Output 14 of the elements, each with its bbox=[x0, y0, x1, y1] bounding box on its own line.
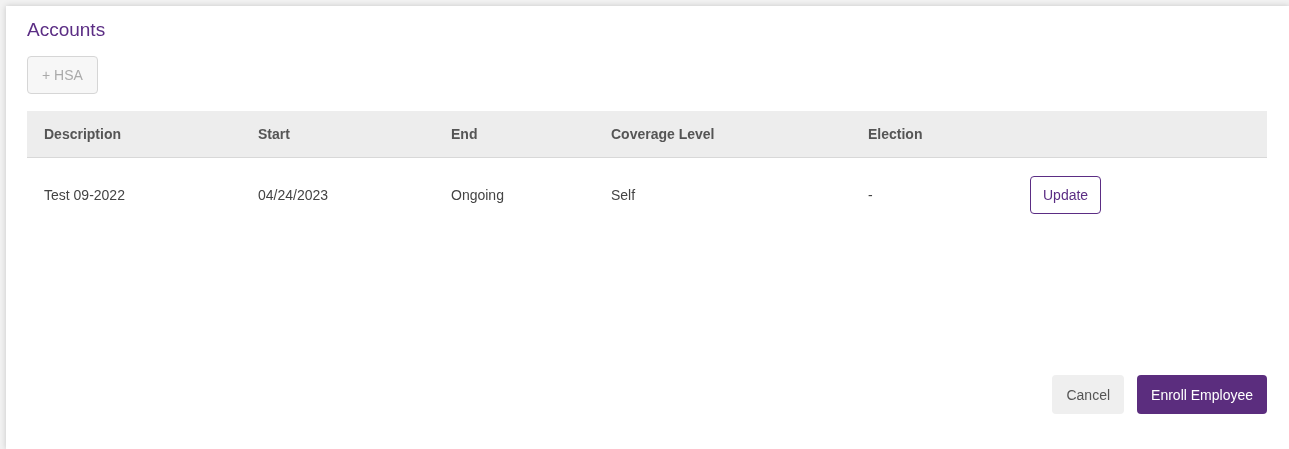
cancel-button[interactable]: Cancel bbox=[1052, 375, 1125, 414]
column-header: Start bbox=[258, 126, 291, 142]
table-cell-text: Self bbox=[611, 187, 637, 203]
table-cell-text: 04/24/2023 bbox=[258, 187, 330, 203]
column-header: Election bbox=[868, 126, 924, 142]
column-header: End bbox=[451, 126, 479, 142]
section-title: Accounts bbox=[27, 18, 107, 42]
column-header: Coverage Level bbox=[611, 126, 716, 142]
table-cell-text: Ongoing bbox=[451, 187, 505, 203]
update-button[interactable]: Update bbox=[1030, 176, 1102, 214]
table-cell-text: - bbox=[868, 187, 874, 203]
column-header: Description bbox=[44, 126, 122, 142]
enroll-button[interactable]: Enroll Employee bbox=[1137, 375, 1267, 414]
table-cell-text: Test 09-2022 bbox=[44, 187, 126, 203]
